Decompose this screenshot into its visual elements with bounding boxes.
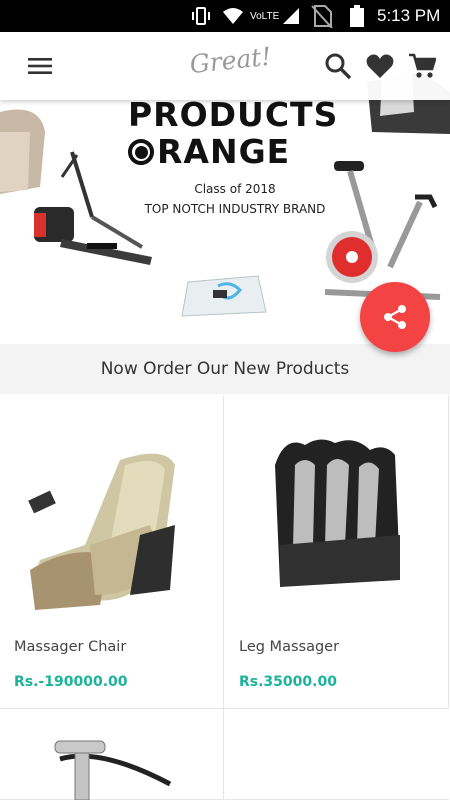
section-title: Now Order Our New Products	[0, 344, 450, 394]
banner-title-word: RANGE	[157, 132, 291, 171]
product-grid: Massager Chair Rs.-190000.00 Leg Massage…	[0, 395, 450, 800]
banner-title-line1: PRODUCTS	[128, 95, 339, 134]
wifi-icon	[222, 0, 244, 32]
menu-icon	[28, 58, 52, 74]
wishlist-button[interactable]	[362, 32, 398, 100]
battery-icon	[350, 0, 364, 32]
signal-icon	[282, 0, 300, 32]
product-card-vibration-machine[interactable]	[0, 709, 224, 800]
banner-subtitle: Class of 2018	[194, 182, 276, 196]
network-label: VoLTE	[250, 10, 280, 22]
product-card-massager-chair[interactable]: Massager Chair Rs.-190000.00	[0, 395, 224, 709]
product-image-massager-chair	[28, 453, 176, 610]
product-price: Rs.35000.00	[239, 674, 337, 690]
banner-tagline: TOP NOTCH INDUSTRY BRAND	[144, 202, 326, 216]
product-image-vibration-machine	[54, 740, 172, 800]
product-card-leg-massager[interactable]: Leg Massager Rs.35000.00	[225, 395, 449, 709]
search-icon	[325, 53, 352, 80]
share-icon	[384, 305, 406, 329]
app-bar: Great!	[0, 32, 450, 100]
clock-time: 5:13 PM	[377, 6, 441, 25]
product-card-empty	[225, 709, 449, 800]
share-button[interactable]	[360, 282, 430, 352]
search-button[interactable]	[318, 32, 358, 100]
elliptical-trainer-image	[34, 151, 152, 265]
product-name: Leg Massager	[239, 639, 340, 655]
vibrate-icon	[190, 0, 212, 32]
menu-button[interactable]	[18, 32, 62, 100]
product-name: Massager Chair	[14, 639, 127, 655]
cart-button[interactable]	[404, 32, 440, 100]
heart-icon	[366, 54, 394, 78]
product-image-leg-massager	[275, 439, 400, 587]
app-logo: Great!	[188, 41, 273, 80]
weighing-scale-image	[181, 275, 267, 317]
status-bar: VoLTE 5:13 PM	[0, 0, 450, 32]
sim-disabled-icon	[310, 0, 334, 32]
cart-icon	[409, 53, 436, 78]
product-price: Rs.-190000.00	[14, 674, 128, 690]
